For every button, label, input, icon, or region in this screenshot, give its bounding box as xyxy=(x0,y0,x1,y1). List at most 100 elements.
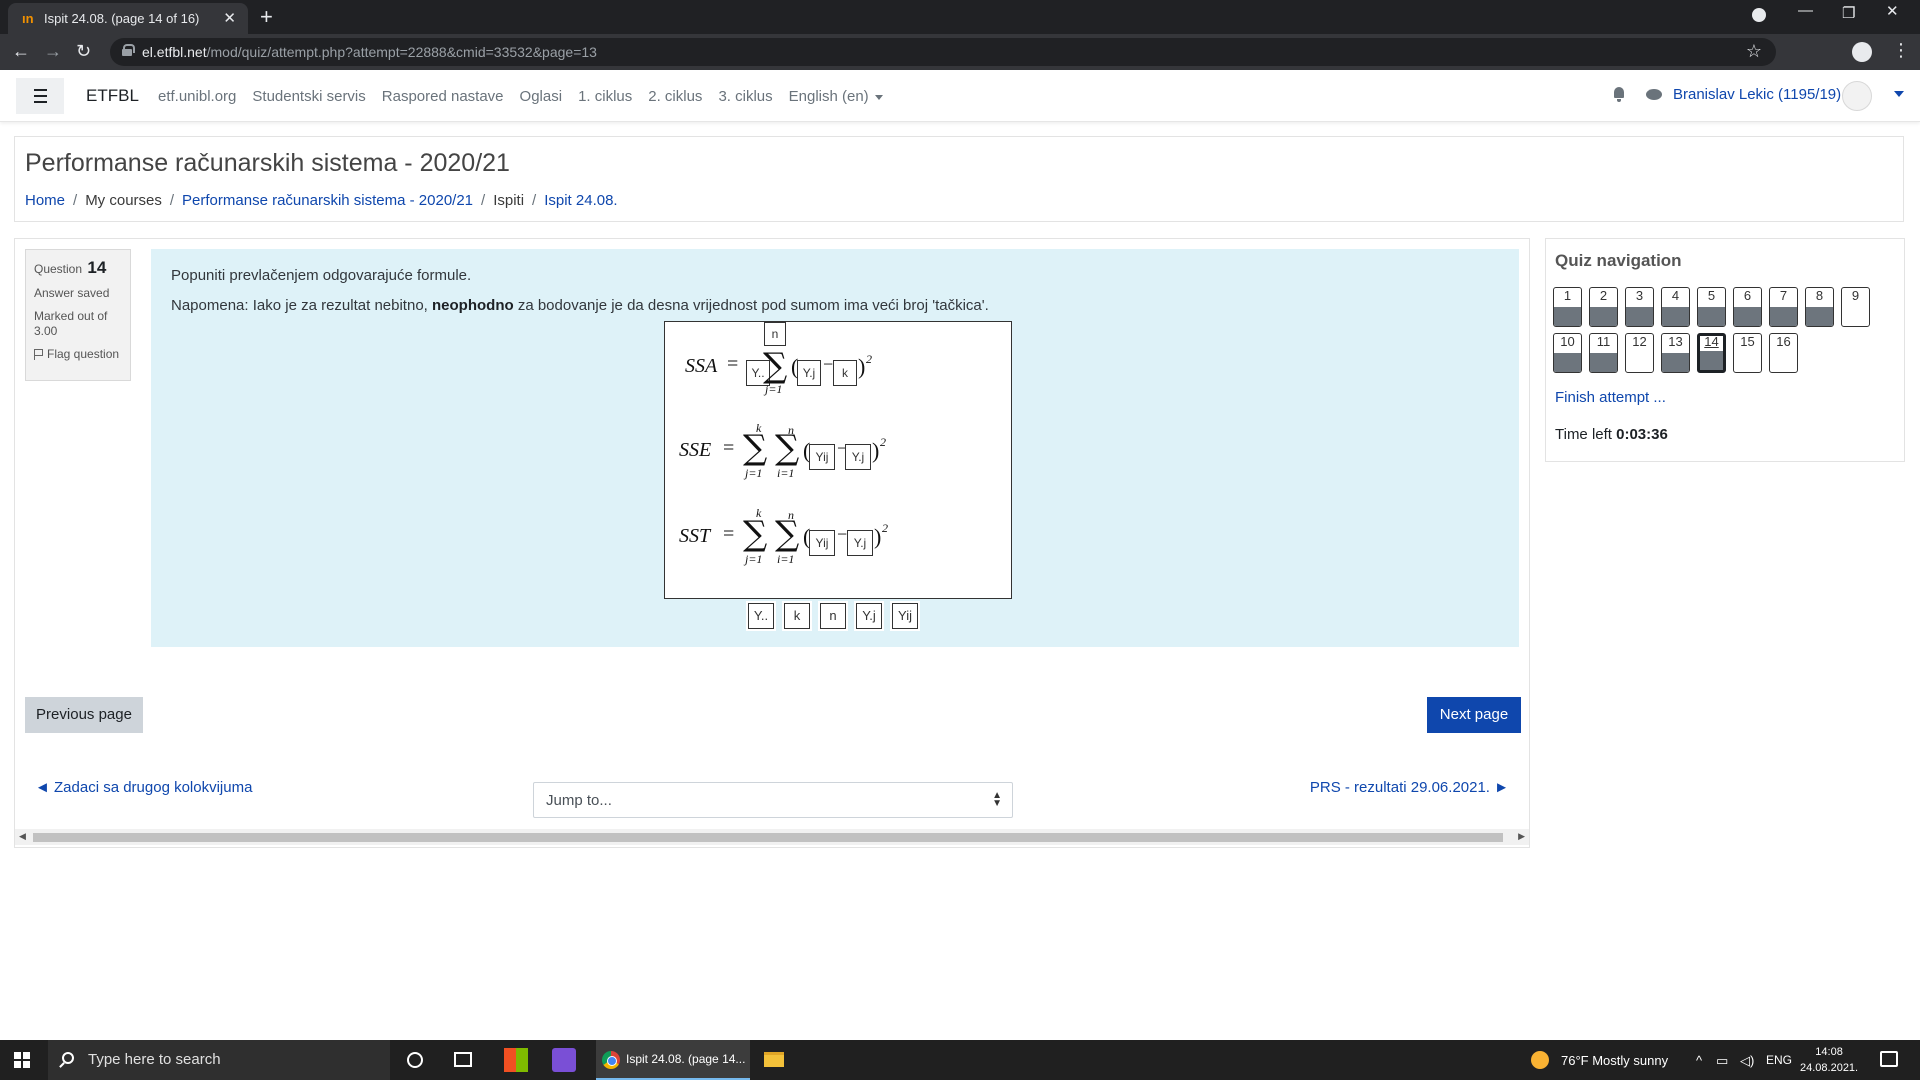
flag-question-label: Flag question xyxy=(47,347,120,361)
close-window-icon[interactable]: ✕ xyxy=(1886,2,1899,20)
reload-icon[interactable]: ↻ xyxy=(76,41,91,62)
drop-zone-ssa-column-mean[interactable]: Y.j xyxy=(797,360,821,386)
hamburger-menu-button[interactable] xyxy=(16,78,64,114)
previous-activity-link[interactable]: ◄ Zadaci sa drugog kolokvijuma xyxy=(35,779,252,796)
next-activity-link[interactable]: PRS - rezultati 29.06.2021. ► xyxy=(1310,779,1509,796)
restore-icon[interactable]: ❐ xyxy=(1842,4,1855,22)
messages-chat-icon[interactable] xyxy=(1646,89,1662,100)
forward-icon[interactable]: → xyxy=(44,41,62,62)
breadcrumb-home[interactable]: Home xyxy=(25,192,65,209)
quiz-nav-button[interactable]: 15 xyxy=(1733,333,1762,373)
scroll-left-icon[interactable]: ◀ xyxy=(19,831,26,842)
quiz-nav-button[interactable]: 6 xyxy=(1733,287,1762,327)
close-tab-icon[interactable]: ✕ xyxy=(223,9,236,27)
quiz-nav-button[interactable]: 4 xyxy=(1661,287,1690,327)
next-page-button[interactable]: Next page xyxy=(1427,697,1521,733)
previous-page-button[interactable]: Previous page xyxy=(25,697,143,733)
tray-chevron-icon[interactable]: ^ xyxy=(1696,1053,1702,1068)
avatar[interactable] xyxy=(1842,81,1872,111)
drop-zone-sse-observation[interactable]: Yij xyxy=(809,444,835,470)
weather-text[interactable]: 76°F Mostly sunny xyxy=(1561,1053,1668,1068)
nav-link-raspored[interactable]: Raspored nastave xyxy=(382,88,504,105)
drag-item-column-mean[interactable]: Y.j xyxy=(856,603,882,629)
drag-item-observation[interactable]: Yij xyxy=(892,603,918,629)
volume-icon[interactable]: ◁) xyxy=(1740,1053,1754,1069)
cortana-icon[interactable] xyxy=(407,1052,423,1068)
question-label: Question xyxy=(34,262,83,276)
nav-link-3-ciklus[interactable]: 3. ciklus xyxy=(718,88,772,105)
new-tab-icon[interactable]: + xyxy=(260,4,273,30)
notifications-bell-icon[interactable] xyxy=(1612,87,1626,102)
flag-question-button[interactable]: Flag question xyxy=(34,347,122,361)
file-explorer-icon[interactable] xyxy=(764,1052,784,1067)
network-icon[interactable]: ▭ xyxy=(1716,1053,1728,1069)
drop-zone-ssa-k[interactable]: k xyxy=(833,360,857,386)
breadcrumb-my-courses[interactable]: My courses xyxy=(85,192,162,209)
formula-equals: = xyxy=(727,353,739,375)
flag-icon xyxy=(34,348,43,360)
question-text: Popuniti prevlačenjem odgovarajuće formu… xyxy=(171,267,472,284)
user-menu-name[interactable]: Branislav Lekic (1195/19) xyxy=(1673,86,1841,103)
nav-link-oglasi[interactable]: Oglasi xyxy=(520,88,563,105)
quiz-nav-button[interactable]: 3 xyxy=(1625,287,1654,327)
jump-to-select[interactable]: Jump to... ▲ ▼ xyxy=(533,782,1013,818)
site-brand[interactable]: ETFBL xyxy=(86,86,139,106)
tab-search-icon[interactable] xyxy=(1752,8,1766,22)
taskbar-chrome-window[interactable]: Ispit 24.08. (page 14... xyxy=(596,1040,750,1080)
url-field[interactable]: el.etfbl.net/mod/quiz/attempt.php?attemp… xyxy=(110,38,1776,66)
drop-zone-sst-mean[interactable]: Y.j xyxy=(847,530,873,556)
task-view-icon[interactable] xyxy=(454,1052,472,1067)
quiz-nav-button[interactable]: 11 xyxy=(1589,333,1618,373)
jump-to-value: Jump to... xyxy=(546,792,612,809)
quiz-nav-button[interactable]: 12 xyxy=(1625,333,1654,373)
quiz-nav-button[interactable]: 7 xyxy=(1769,287,1798,327)
breadcrumb-course[interactable]: Performanse računarskih sistema - 2020/2… xyxy=(182,192,473,209)
drop-zone-sst-observation[interactable]: Yij xyxy=(809,530,835,556)
quiz-nav-button[interactable]: 1 xyxy=(1553,287,1582,327)
nav-link-1-ciklus[interactable]: 1. ciklus xyxy=(578,88,632,105)
profile-icon[interactable] xyxy=(1852,42,1872,62)
input-language[interactable]: ENG xyxy=(1766,1053,1792,1067)
drag-item-k[interactable]: k xyxy=(784,603,810,629)
bookmark-star-icon[interactable]: ☆ xyxy=(1746,41,1762,62)
windows-start-icon[interactable] xyxy=(14,1052,30,1068)
quiz-nav-button[interactable]: 14 xyxy=(1697,333,1726,373)
notifications-icon[interactable] xyxy=(1880,1051,1898,1067)
quiz-nav-button[interactable]: 13 xyxy=(1661,333,1690,373)
breadcrumb-quiz[interactable]: Ispit 24.08. xyxy=(544,192,617,209)
scrollbar-thumb[interactable] xyxy=(33,833,1503,842)
breadcrumb-ispiti[interactable]: Ispiti xyxy=(493,192,524,209)
quiz-nav-button[interactable]: 10 xyxy=(1553,333,1582,373)
finish-attempt-link[interactable]: Finish attempt ... xyxy=(1555,389,1666,406)
browser-menu-icon[interactable]: ⋮ xyxy=(1892,40,1910,61)
nav-link-2-ciklus[interactable]: 2. ciklus xyxy=(648,88,702,105)
taskbar-search-box[interactable]: Type here to search xyxy=(48,1040,390,1080)
quiz-nav-button[interactable]: 2 xyxy=(1589,287,1618,327)
drop-zone-ssa-upper-limit[interactable]: n xyxy=(764,322,786,346)
drop-zone-sse-column-mean[interactable]: Y.j xyxy=(845,444,871,470)
minimize-icon[interactable]: — xyxy=(1798,2,1813,19)
nav-link-etf[interactable]: etf.unibl.org xyxy=(158,88,236,105)
quiz-nav-button-number: 4 xyxy=(1671,288,1680,303)
back-icon[interactable]: ← xyxy=(12,41,30,62)
horizontal-scrollbar[interactable]: ◀ ▶ xyxy=(15,829,1529,845)
language-menu[interactable]: English (en) xyxy=(789,88,883,105)
weather-sun-icon[interactable] xyxy=(1531,1051,1549,1069)
drag-item-n[interactable]: n xyxy=(820,603,846,629)
quiz-nav-button-number: 3 xyxy=(1635,288,1644,303)
nav-link-studentski-servis[interactable]: Studentski servis xyxy=(252,88,365,105)
visual-studio-icon[interactable] xyxy=(552,1048,576,1072)
clock-date: 24.08.2021. xyxy=(1800,1062,1859,1074)
user-menu-chevron-icon[interactable] xyxy=(1894,91,1904,97)
quiz-nav-button[interactable]: 5 xyxy=(1697,287,1726,327)
quiz-nav-button-number: 12 xyxy=(1632,334,1647,349)
system-clock[interactable]: 14:08 24.08.2021. xyxy=(1800,1044,1858,1076)
quiz-nav-button[interactable]: 16 xyxy=(1769,333,1798,373)
drag-item-grand-mean[interactable]: Y.. xyxy=(748,603,774,629)
quiz-nav-button[interactable]: 9 xyxy=(1841,287,1870,327)
quiz-nav-button[interactable]: 8 xyxy=(1805,287,1834,327)
scroll-right-icon[interactable]: ▶ xyxy=(1518,831,1525,842)
office-app-icon[interactable] xyxy=(504,1048,528,1072)
browser-tab[interactable]: ın Ispit 24.08. (page 14 of 16) ✕ xyxy=(8,3,248,34)
select-arrows-icon: ▲ ▼ xyxy=(992,790,1002,809)
